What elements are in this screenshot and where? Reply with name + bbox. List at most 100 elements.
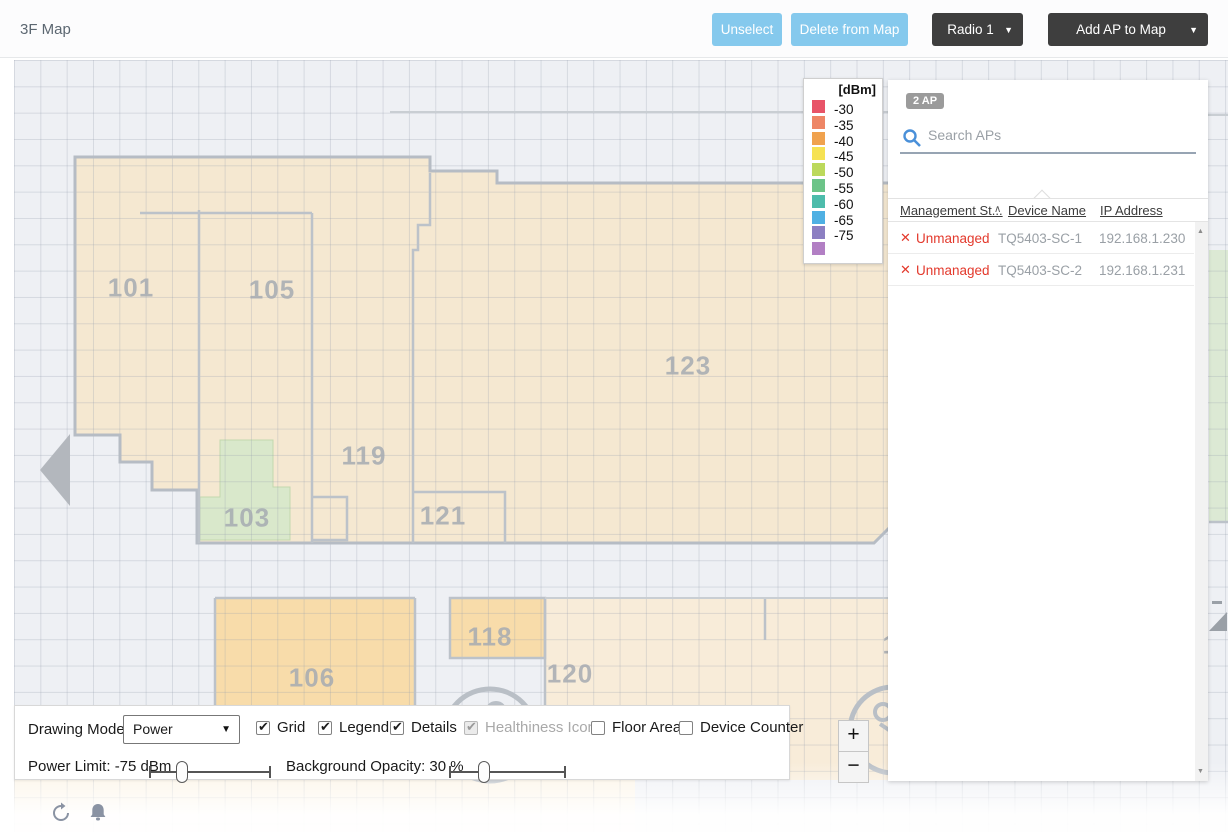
room-label: 103 bbox=[224, 503, 270, 534]
top-toolbar: 3F Map Unselect Delete from Map Radio 1 … bbox=[0, 0, 1228, 58]
column-device-name[interactable]: Device Name bbox=[1008, 203, 1086, 218]
chevron-down-icon: ▼ bbox=[1004, 25, 1013, 35]
power-limit-slider[interactable] bbox=[149, 766, 271, 778]
checkbox-label: Grid bbox=[277, 719, 305, 736]
refresh-icon[interactable] bbox=[50, 802, 72, 824]
checkbox-label: Details bbox=[411, 719, 457, 736]
checkbox-box bbox=[464, 721, 478, 735]
room-label: 101 bbox=[108, 273, 154, 304]
unselect-button[interactable]: Unselect bbox=[712, 13, 782, 46]
ip-address-cell: 192.168.1.231 bbox=[1099, 263, 1185, 278]
checkbox-box bbox=[679, 721, 693, 735]
map-pan-left-arrow[interactable] bbox=[40, 434, 70, 506]
room-label: 123 bbox=[665, 351, 711, 382]
room-label: 106 bbox=[289, 663, 335, 694]
room-label: 119 bbox=[342, 441, 387, 472]
drawing-controls-bar: Drawing Mode: Power ▼ Grid Legend Detail… bbox=[14, 705, 790, 780]
room-label: 121 bbox=[420, 501, 466, 532]
map-zoom-controls: + − bbox=[838, 720, 869, 783]
slider-end-tick bbox=[149, 766, 151, 778]
drawing-mode-label: Drawing Mode: bbox=[28, 721, 129, 738]
column-management-status[interactable]: Management St... bbox=[900, 203, 1003, 218]
legend-swatch bbox=[812, 211, 825, 224]
legend-row: -75 bbox=[812, 225, 876, 241]
search-icon bbox=[902, 128, 922, 148]
room-label: 118 bbox=[468, 622, 513, 653]
ip-address-cell: 192.168.1.230 bbox=[1099, 231, 1185, 246]
scroll-down-icon[interactable]: ▼ bbox=[1197, 768, 1204, 775]
unmanaged-x-icon: ✕ bbox=[900, 230, 911, 246]
legend-row: -65 bbox=[812, 210, 876, 226]
slider-track bbox=[149, 771, 271, 773]
drawing-mode-value: Power bbox=[133, 721, 173, 737]
room-label: 120 bbox=[547, 659, 593, 690]
map-pan-right-arrow[interactable] bbox=[1209, 601, 1227, 631]
device-name-cell: TQ5403-SC-2 bbox=[998, 263, 1082, 278]
ap-table-row[interactable]: ✕ Unmanaged TQ5403-SC-2 192.168.1.231 bbox=[888, 254, 1194, 286]
legend-swatch bbox=[812, 195, 825, 208]
radio-dropdown-button[interactable]: Radio 1 ▼ bbox=[932, 13, 1023, 46]
drawing-mode-select[interactable]: Power ▼ bbox=[123, 715, 240, 744]
add-ap-to-map-dropdown-button[interactable]: Add AP to Map ▼ bbox=[1048, 13, 1208, 46]
legend-swatch bbox=[812, 147, 825, 160]
chevron-down-icon: ▼ bbox=[221, 724, 231, 735]
status-badge: Unmanaged bbox=[916, 263, 990, 278]
legend-swatch bbox=[812, 116, 825, 129]
delete-from-map-button[interactable]: Delete from Map bbox=[791, 13, 908, 46]
legend-row: -50 bbox=[812, 162, 876, 178]
chevron-down-icon: ▼ bbox=[1189, 25, 1198, 35]
bell-icon[interactable] bbox=[88, 802, 108, 824]
checkbox-box bbox=[390, 721, 404, 735]
legend-row: -55 bbox=[812, 178, 876, 194]
checkbox-label: Healthiness Icon bbox=[485, 719, 596, 736]
legend-swatch bbox=[812, 179, 825, 192]
ap-table-header: Management St... ∧ Device Name IP Addres… bbox=[888, 199, 1208, 222]
legend-swatch bbox=[812, 226, 825, 239]
room-label: 105 bbox=[249, 275, 295, 306]
radio-dropdown-label: Radio 1 bbox=[947, 22, 994, 37]
background-opacity-slider[interactable] bbox=[449, 766, 566, 778]
legend-row bbox=[812, 241, 876, 257]
checkbox-label: Floor Area bbox=[612, 719, 681, 736]
ap-count-badge: 2 AP bbox=[906, 93, 944, 109]
legend-row: -60 bbox=[812, 194, 876, 210]
checkbox-box bbox=[591, 721, 605, 735]
legend-row: -30 bbox=[812, 99, 876, 115]
sort-asc-icon: ∧ bbox=[994, 204, 1001, 215]
legend-swatch bbox=[812, 163, 825, 176]
legend-row: -40 bbox=[812, 131, 876, 147]
legend-title: [dBm] bbox=[812, 82, 876, 97]
slider-end-tick bbox=[564, 766, 566, 778]
device-name-cell: TQ5403-SC-1 bbox=[998, 231, 1082, 246]
slider-thumb[interactable] bbox=[478, 761, 490, 783]
slider-track bbox=[449, 771, 566, 773]
checkbox-label: Legend bbox=[339, 719, 389, 736]
legend-row: -35 bbox=[812, 115, 876, 131]
slider-thumb[interactable] bbox=[176, 761, 188, 783]
legend-swatch bbox=[812, 100, 825, 113]
column-ip-address[interactable]: IP Address bbox=[1100, 203, 1163, 218]
ap-list-panel: 2 AP Management St... ∧ Device Name IP A… bbox=[888, 80, 1208, 781]
status-badge: Unmanaged bbox=[916, 231, 990, 246]
checkbox-box bbox=[318, 721, 332, 735]
background-opacity-label: Background Opacity: 30 % bbox=[286, 758, 464, 775]
scroll-up-icon[interactable]: ▲ bbox=[1197, 228, 1204, 235]
zoom-out-button[interactable]: − bbox=[838, 751, 869, 783]
app-window: 101 105 123 119 103 121 118 106 120 12 3… bbox=[0, 0, 1228, 832]
search-aps-input[interactable] bbox=[928, 127, 1188, 143]
zoom-in-button[interactable]: + bbox=[838, 720, 869, 752]
ap-table-row[interactable]: ✕ Unmanaged TQ5403-SC-1 192.168.1.230 bbox=[888, 222, 1194, 254]
add-ap-dropdown-label: Add AP to Map bbox=[1076, 22, 1166, 37]
panel-scrollbar[interactable]: ▲ ▼ bbox=[1195, 222, 1208, 781]
checkbox-box bbox=[256, 721, 270, 735]
ap-search-row bbox=[900, 124, 1196, 154]
footer-icons bbox=[0, 798, 200, 832]
dbm-legend: [dBm] -30 -35 -40 -45 -50 -55 -60 -65 bbox=[803, 78, 883, 264]
legend-swatch bbox=[812, 132, 825, 145]
slider-end-tick bbox=[269, 766, 271, 778]
page-title: 3F Map bbox=[20, 21, 71, 38]
legend-swatch bbox=[812, 242, 825, 255]
slider-end-tick bbox=[449, 766, 451, 778]
legend-row: -45 bbox=[812, 146, 876, 162]
unmanaged-x-icon: ✕ bbox=[900, 262, 911, 278]
